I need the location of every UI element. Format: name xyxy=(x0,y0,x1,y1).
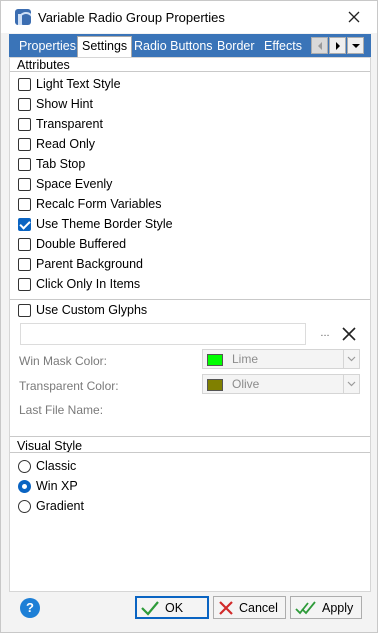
tab-scroll-left-button[interactable] xyxy=(311,37,328,54)
check-icon xyxy=(141,600,159,616)
checkbox-label: Double Buffered xyxy=(36,237,127,251)
checkbox-box[interactable] xyxy=(18,97,31,111)
chevron-down-icon xyxy=(343,375,359,393)
combo-value: Lime xyxy=(232,352,259,366)
attributes-divider xyxy=(10,71,370,72)
apply-button[interactable]: Apply xyxy=(290,596,362,619)
read-only-checkbox[interactable]: Read Only xyxy=(18,135,95,153)
radio-button[interactable] xyxy=(18,499,31,513)
use-custom-glyphs-checkbox[interactable]: Use Custom Glyphs xyxy=(18,301,147,319)
radio-label: Classic xyxy=(36,459,77,473)
chevron-down-icon xyxy=(343,350,359,368)
help-button[interactable]: ? xyxy=(20,598,40,618)
combo-value: Olive xyxy=(232,377,260,391)
tab-stop-checkbox[interactable]: Tab Stop xyxy=(18,155,85,173)
settings-panel: Attributes Light Text Style Show Hint Tr… xyxy=(9,57,371,592)
clear-file-button[interactable] xyxy=(340,325,358,343)
checkbox-box[interactable] xyxy=(18,277,31,291)
radio-button[interactable] xyxy=(18,459,31,473)
checkbox-box[interactable] xyxy=(18,303,31,317)
classic-radio[interactable]: Classic xyxy=(18,457,76,475)
checkbox-box[interactable] xyxy=(18,177,31,191)
gradient-radio[interactable]: Gradient xyxy=(18,497,84,515)
win-xp-radio[interactable]: Win XP xyxy=(18,477,78,495)
checkbox-label: Tab Stop xyxy=(36,157,86,171)
chevron-right-icon xyxy=(335,41,340,50)
color-swatch xyxy=(207,379,223,391)
last-file-name-label: Last File Name: xyxy=(19,403,104,417)
radio-group-icon xyxy=(15,9,31,25)
transparent-checkbox[interactable]: Transparent xyxy=(18,115,103,133)
transparent-color-select[interactable]: Olive xyxy=(202,374,360,394)
ok-button[interactable]: OK xyxy=(135,596,209,619)
checkbox-box[interactable] xyxy=(18,157,31,171)
glyphs-divider xyxy=(10,299,370,300)
color-swatch xyxy=(207,354,223,366)
tab-list-menu-button[interactable] xyxy=(347,37,364,54)
checkbox-label: Transparent xyxy=(36,117,103,131)
tab-bar: Properties Settings Radio Buttons Border… xyxy=(9,34,371,57)
recalc-form-variables-checkbox[interactable]: Recalc Form Variables xyxy=(18,195,162,213)
double-buffered-checkbox[interactable]: Double Buffered xyxy=(18,235,126,253)
space-evenly-checkbox[interactable]: Space Evenly xyxy=(18,175,112,193)
glyph-file-input[interactable] xyxy=(20,323,306,345)
visual-style-divider xyxy=(10,452,370,453)
transparent-color-label: Transparent Color: xyxy=(19,379,119,393)
checkbox-label: Light Text Style xyxy=(36,77,121,91)
properties-dialog: Variable Radio Group Properties Properti… xyxy=(0,0,378,633)
checkbox-label: Show Hint xyxy=(36,97,93,111)
cancel-button-label: Cancel xyxy=(239,600,278,615)
attributes-group-title: Attributes xyxy=(17,58,70,72)
browse-button[interactable]: ... xyxy=(318,324,332,342)
close-icon xyxy=(348,11,360,23)
visual-style-group-title: Visual Style xyxy=(17,439,83,453)
show-hint-checkbox[interactable]: Show Hint xyxy=(18,95,93,113)
close-button[interactable] xyxy=(340,5,368,29)
light-text-style-checkbox[interactable]: Light Text Style xyxy=(18,75,121,93)
chevron-down-icon xyxy=(351,43,360,48)
checkbox-box[interactable] xyxy=(18,137,31,151)
dialog-footer: ? OK Cancel Apply xyxy=(9,592,371,626)
window-title: Variable Radio Group Properties xyxy=(38,10,225,25)
checkbox-label: Use Custom Glyphs xyxy=(36,303,148,317)
radio-label: Gradient xyxy=(36,499,84,513)
win-mask-color-label: Win Mask Color: xyxy=(19,354,108,368)
title-bar[interactable]: Variable Radio Group Properties xyxy=(1,1,377,33)
ok-button-label: OK xyxy=(165,600,184,615)
checkbox-label: Space Evenly xyxy=(36,177,113,191)
click-only-in-items-checkbox[interactable]: Click Only In Items xyxy=(18,275,140,293)
chevron-left-icon xyxy=(317,41,322,50)
cancel-button[interactable]: Cancel xyxy=(213,596,286,619)
checkbox-box[interactable] xyxy=(18,237,31,251)
parent-background-checkbox[interactable]: Parent Background xyxy=(18,255,143,273)
checkbox-label: Use Theme Border Style xyxy=(36,217,173,231)
radio-button-selected[interactable] xyxy=(18,479,31,493)
checkbox-label: Parent Background xyxy=(36,257,144,271)
radio-label: Win XP xyxy=(36,479,78,493)
tab-properties[interactable]: Properties xyxy=(15,37,80,57)
win-mask-color-select[interactable]: Lime xyxy=(202,349,360,369)
checkbox-box[interactable] xyxy=(18,117,31,131)
checkbox-box[interactable] xyxy=(18,197,31,211)
double-check-icon xyxy=(295,600,316,614)
apply-button-label: Apply xyxy=(322,600,354,615)
tab-effects[interactable]: Effects xyxy=(260,37,306,57)
checkbox-label: Read Only xyxy=(36,137,96,151)
cancel-x-icon xyxy=(219,600,233,615)
tab-radio-buttons[interactable]: Radio Buttons xyxy=(130,37,217,57)
checkbox-box[interactable] xyxy=(18,77,31,91)
tab-settings[interactable]: Settings xyxy=(77,36,133,57)
visual-style-top-divider xyxy=(10,436,370,437)
tab-border[interactable]: Border xyxy=(213,37,259,57)
use-theme-border-style-checkbox[interactable]: Use Theme Border Style xyxy=(18,215,173,233)
tab-scroll-right-button[interactable] xyxy=(329,37,346,54)
checkbox-box-checked[interactable] xyxy=(18,217,31,231)
close-icon xyxy=(342,327,356,341)
checkbox-box[interactable] xyxy=(18,257,31,271)
checkbox-label: Click Only In Items xyxy=(36,277,141,291)
checkbox-label: Recalc Form Variables xyxy=(36,197,162,211)
